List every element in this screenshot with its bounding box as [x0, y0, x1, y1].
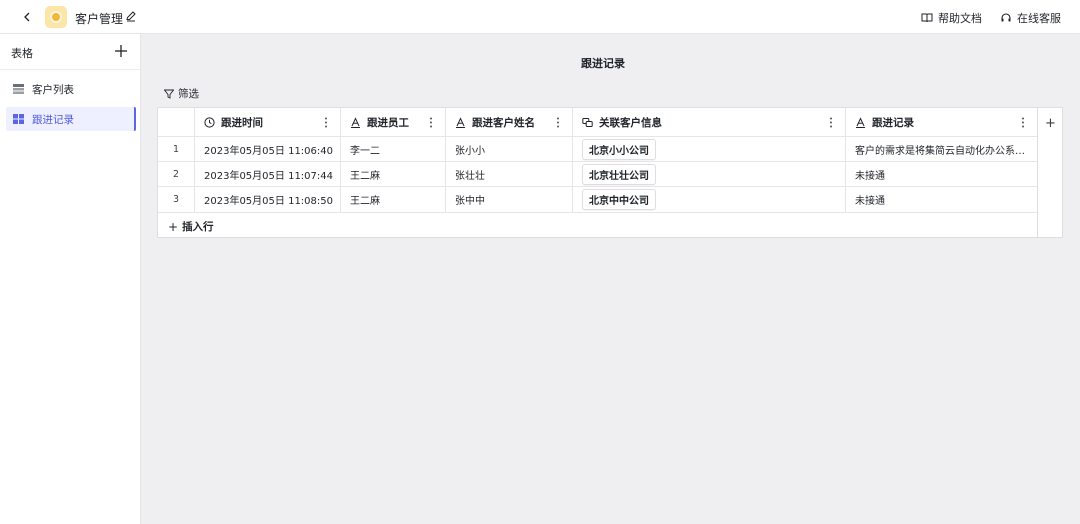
column-header-label: 跟进时间 [221, 116, 263, 129]
back-chevron-icon[interactable] [18, 8, 36, 26]
help-docs-label: 帮助文档 [938, 12, 982, 25]
cell-follow-record[interactable]: 未接通 [846, 187, 1037, 212]
sidebar-item-label: 客户列表 [32, 83, 74, 96]
linked-company-chip[interactable]: 北京中中公司 [582, 189, 656, 210]
clock-icon [204, 116, 215, 128]
insert-row-label: 插入行 [182, 221, 214, 233]
online-service-link[interactable]: 在线客服 [1000, 10, 1061, 26]
cell-linked-customer[interactable]: 北京壮壮公司 [573, 162, 846, 186]
top-bar: 客户管理 帮助文档 在线客服 [0, 0, 1080, 34]
column-header-label: 跟进客户姓名 [472, 116, 535, 129]
sidebar: 表格 客户列表 跟进记录 [0, 34, 141, 524]
cell-customer-name[interactable]: 张壮壮 [446, 162, 573, 186]
more-vertical-icon[interactable] [1021, 117, 1025, 128]
sidebar-item-customer-list[interactable]: 客户列表 [6, 77, 136, 101]
column-header-label: 跟进记录 [872, 116, 914, 129]
filter-label: 筛选 [178, 88, 199, 100]
sidebar-item-follow-up-records[interactable]: 跟进记录 [6, 107, 136, 131]
cell-linked-customer[interactable]: 北京小小公司 [573, 137, 846, 161]
add-column-button[interactable]: + [1038, 107, 1063, 238]
cell-employee[interactable]: 李一二 [341, 137, 446, 161]
text-field-icon [351, 116, 360, 128]
column-header-label: 关联客户信息 [599, 116, 662, 129]
plus-icon: + [1045, 116, 1056, 131]
data-table: 跟进时间 跟进员工 跟进客户姓名 关联客户信息 跟进记录 1 2023年05月0… [157, 107, 1038, 238]
cell-follow-record[interactable]: 客户的需求是将集简云自动化办公系… [846, 137, 1037, 161]
column-header-label: 跟进员工 [367, 116, 409, 129]
cell-linked-customer[interactable]: 北京中中公司 [573, 187, 846, 212]
column-header-linked-customer[interactable]: 关联客户信息 [573, 108, 846, 136]
plus-icon: + [168, 219, 179, 234]
linked-company-chip[interactable]: 北京小小公司 [582, 138, 656, 160]
sidebar-title: 表格 [11, 47, 33, 60]
linked-company-chip[interactable]: 北京壮壮公司 [582, 163, 656, 185]
table-header-row: 跟进时间 跟进员工 跟进客户姓名 关联客户信息 跟进记录 [158, 108, 1037, 137]
row-number: 3 [158, 187, 195, 212]
cell-employee[interactable]: 王二麻 [341, 187, 446, 212]
cell-follow-record[interactable]: 未接通 [846, 162, 1037, 186]
edit-pencil-icon[interactable] [125, 10, 137, 22]
column-header-employee[interactable]: 跟进员工 [341, 108, 446, 136]
add-table-plus-icon[interactable] [113, 43, 129, 59]
sidebar-item-label: 跟进记录 [32, 113, 74, 126]
table-icon [13, 84, 24, 94]
table-icon [13, 114, 24, 124]
text-field-icon [456, 116, 465, 128]
table-row[interactable]: 2 2023年05月05日 11:07:44 王二麻 张壮壮 北京壮壮公司 未接… [158, 162, 1037, 187]
headset-icon [1001, 13, 1011, 22]
link-field-icon [582, 117, 593, 127]
more-vertical-icon[interactable] [324, 117, 328, 128]
column-header-customer-name[interactable]: 跟进客户姓名 [446, 108, 573, 136]
row-number-header [158, 108, 195, 136]
more-vertical-icon[interactable] [829, 117, 833, 128]
column-header-follow-record[interactable]: 跟进记录 [846, 108, 1037, 136]
more-vertical-icon[interactable] [429, 117, 433, 128]
page-title: 跟进记录 [581, 57, 625, 70]
app-title: 客户管理 [75, 12, 124, 26]
row-number: 1 [158, 137, 195, 161]
help-docs-link[interactable]: 帮助文档 [921, 10, 982, 26]
cell-employee[interactable]: 王二麻 [341, 162, 446, 186]
cell-follow-time[interactable]: 2023年05月05日 11:08:50 [195, 187, 341, 212]
text-field-icon [856, 116, 865, 128]
table-row[interactable]: 3 2023年05月05日 11:08:50 王二麻 张中中 北京中中公司 未接… [158, 187, 1037, 213]
sidebar-header: 表格 [0, 34, 140, 70]
cell-customer-name[interactable]: 张中中 [446, 187, 573, 212]
book-icon [921, 13, 933, 23]
cell-customer-name[interactable]: 张小小 [446, 137, 573, 161]
cell-follow-time[interactable]: 2023年05月05日 11:07:44 [195, 162, 341, 186]
insert-row-button[interactable]: + 插入行 [168, 219, 214, 234]
column-header-follow-time[interactable]: 跟进时间 [195, 108, 341, 136]
cell-follow-time[interactable]: 2023年05月05日 11:06:40 [195, 137, 341, 161]
filter-button[interactable]: 筛选 [164, 86, 199, 101]
filter-funnel-icon [164, 89, 174, 99]
table-row[interactable]: 1 2023年05月05日 11:06:40 李一二 张小小 北京小小公司 客户… [158, 137, 1037, 162]
app-logo [45, 6, 67, 28]
online-service-label: 在线客服 [1017, 12, 1061, 25]
row-number: 2 [158, 162, 195, 186]
more-vertical-icon[interactable] [556, 117, 560, 128]
